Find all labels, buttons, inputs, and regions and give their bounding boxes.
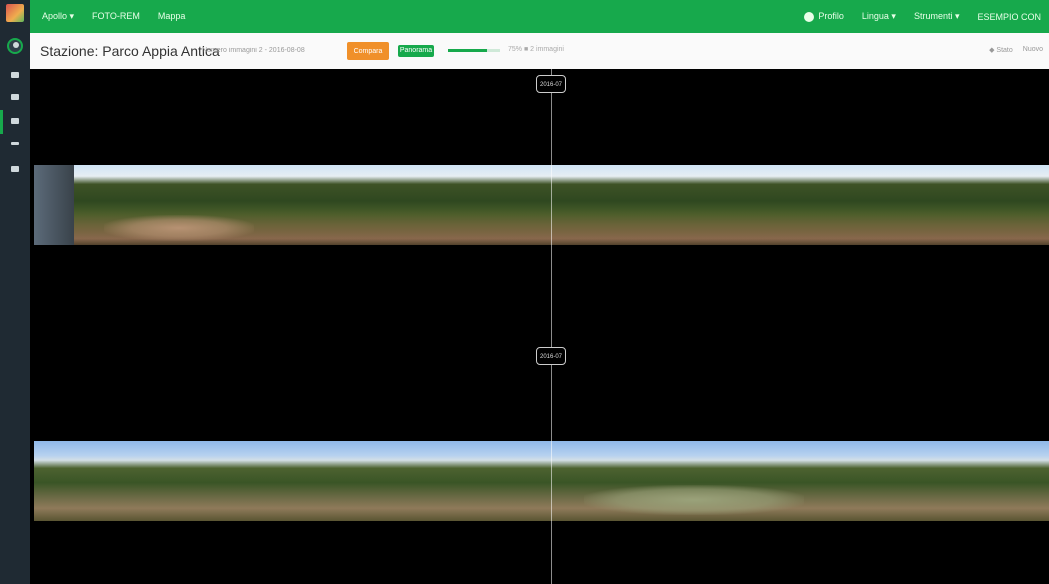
nav-item-example[interactable]: ESEMPIO CON xyxy=(977,12,1041,22)
user-icon xyxy=(804,11,815,22)
panorama-image-bottom[interactable] xyxy=(34,441,1049,521)
progress-text: 75% ■ 2 immagini xyxy=(508,46,564,53)
nav-item-mappa[interactable]: Mappa xyxy=(158,11,186,22)
top-navbar: Apollo ▾ FOTO-REM Mappa Profilo Lingua ▾… xyxy=(30,0,1049,33)
date-tag-bottom: 2016-07 xyxy=(536,347,566,365)
print-icon[interactable] xyxy=(11,118,19,124)
station-header: Stazione: Parco Appia Antica Numero imma… xyxy=(30,33,1049,70)
date-tag-top: 2016-07 xyxy=(536,75,566,93)
page-title: Stazione: Parco Appia Antica xyxy=(40,43,220,59)
compare-divider[interactable] xyxy=(551,69,552,584)
avatar[interactable] xyxy=(7,38,23,54)
progress-fill xyxy=(448,49,487,52)
nav-item-profile[interactable]: Profilo xyxy=(804,11,844,22)
nav-item-apollo[interactable]: Apollo ▾ xyxy=(42,11,74,22)
minus-icon[interactable] xyxy=(11,142,19,145)
nav-item-profile-label: Profilo xyxy=(818,11,844,22)
header-actions: ◆ Stato Nuovo xyxy=(989,46,1043,54)
state-link[interactable]: ◆ Stato xyxy=(989,46,1013,54)
arrow-icon[interactable] xyxy=(11,72,19,78)
logo-icon[interactable] xyxy=(6,4,24,22)
sidebar xyxy=(0,0,30,584)
nav-right: Profilo Lingua ▾ Strumenti ▾ ESEMPIO CON xyxy=(804,11,1041,22)
list-icon[interactable] xyxy=(11,166,19,172)
sidebar-active-indicator xyxy=(0,110,3,134)
compare-button[interactable]: Compara xyxy=(347,42,389,60)
panorama-viewer[interactable]: 2016-07 2016-07 xyxy=(30,69,1049,584)
station-meta: Numero immagini 2 - 2016-08-08 xyxy=(202,47,305,54)
nav-item-foto-rem[interactable]: FOTO-REM xyxy=(92,11,140,22)
new-link[interactable]: Nuovo xyxy=(1023,46,1043,54)
nav-item-language[interactable]: Lingua ▾ xyxy=(862,11,896,22)
progress-bar xyxy=(448,49,500,52)
nav-item-tools[interactable]: Strumenti ▾ xyxy=(914,11,960,22)
status-badge[interactable]: Panorama xyxy=(398,45,434,57)
panorama-image-top[interactable] xyxy=(34,165,1049,245)
nav-left: Apollo ▾ FOTO-REM Mappa xyxy=(42,11,185,22)
image-icon[interactable] xyxy=(11,94,19,100)
